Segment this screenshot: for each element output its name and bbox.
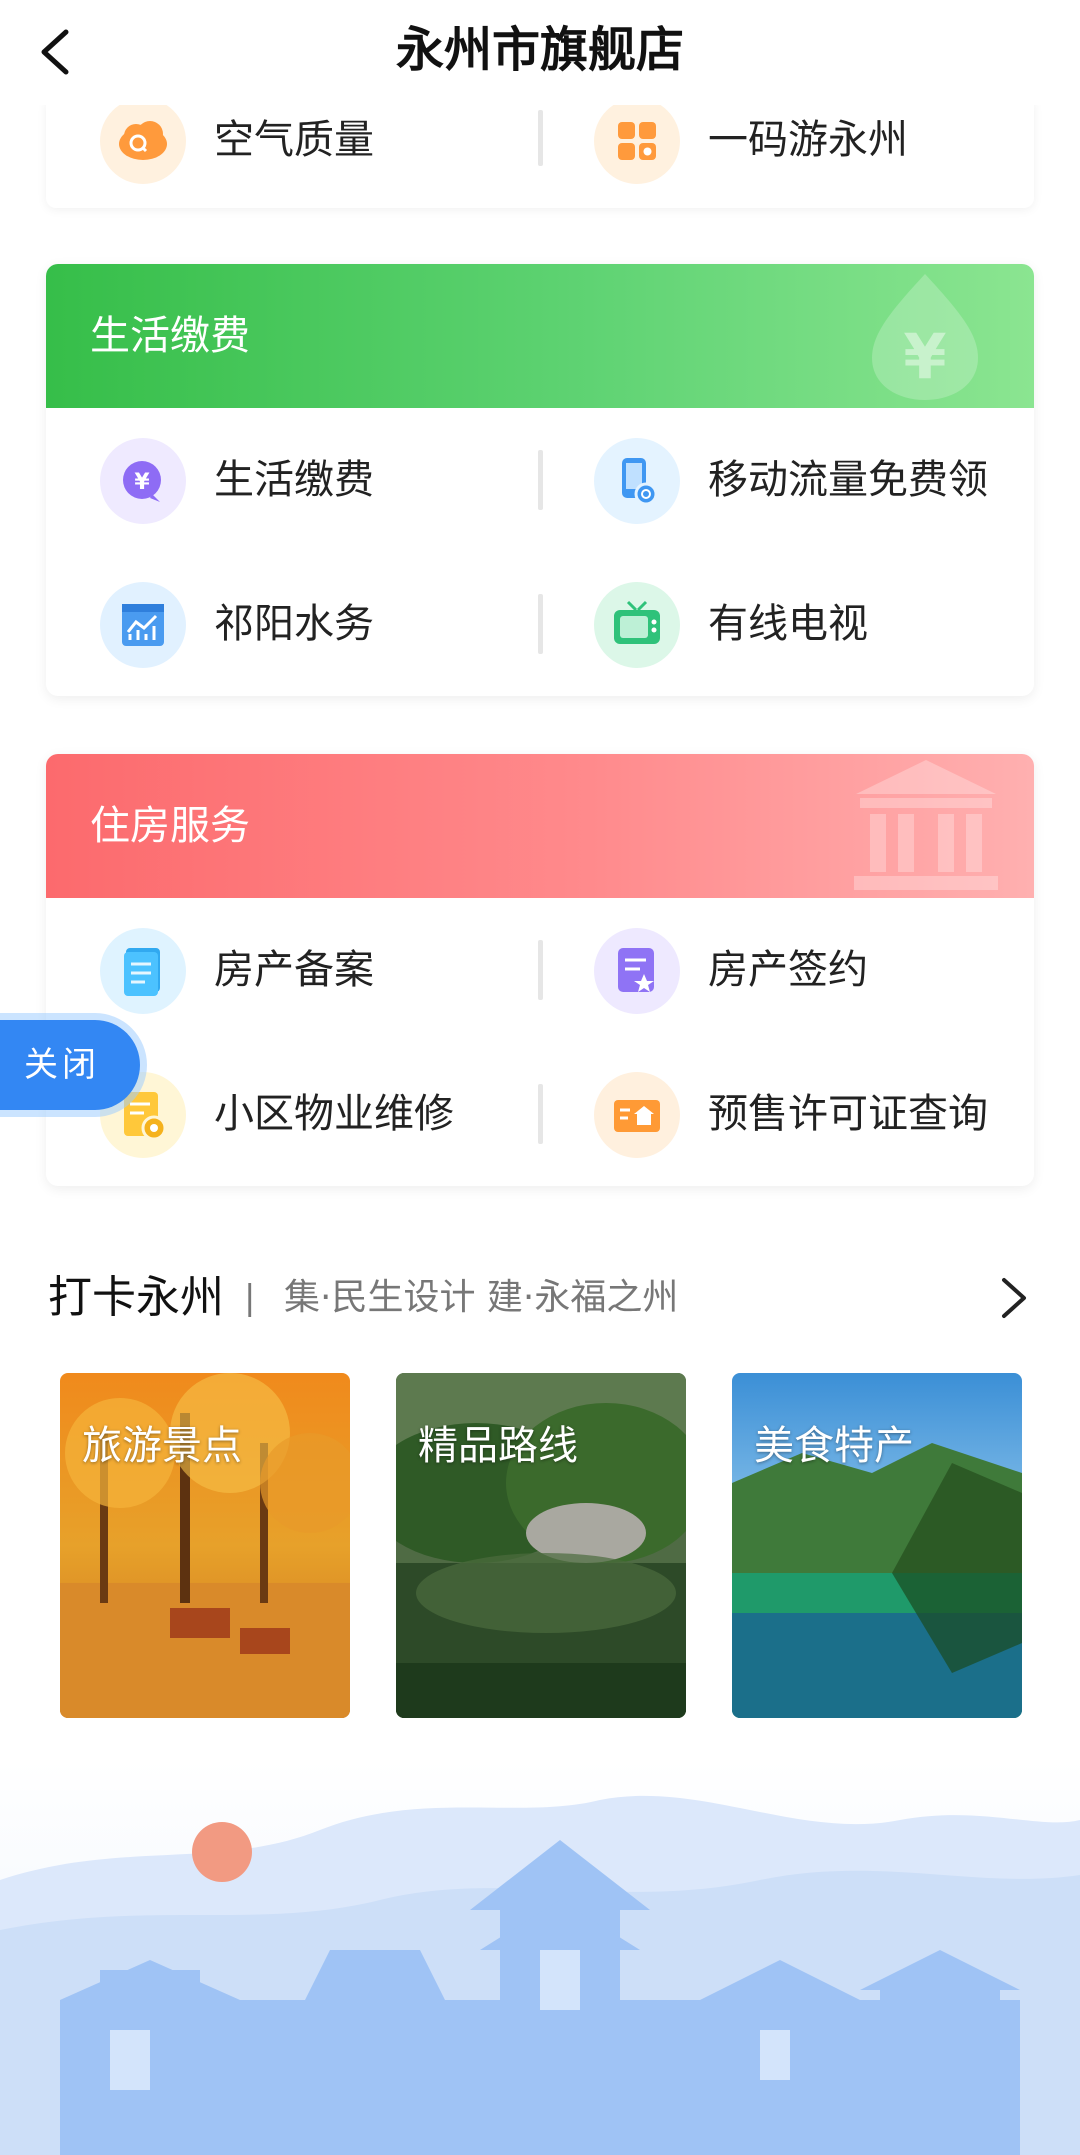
air-quality-icon xyxy=(100,98,186,184)
tile-label: 旅游景点 xyxy=(82,1423,242,1469)
city-skyline-illustration xyxy=(0,1760,1080,2155)
service-label: 移动流量免费领 xyxy=(708,457,988,503)
life-payment-header: 生活缴费 ¥ xyxy=(46,264,1034,408)
service-card-partial: 空气质量 一码游永州 xyxy=(46,98,1034,208)
service-life-payment[interactable]: ¥ 生活缴费 xyxy=(46,408,526,552)
housing-header: 住房服务 xyxy=(46,754,1034,898)
title-divider: | xyxy=(244,1278,256,1318)
apps-grid-icon xyxy=(594,98,680,184)
service-presale-license[interactable]: 预售许可证查询 xyxy=(540,1042,1020,1186)
building-icon xyxy=(854,760,998,890)
page-title: 永州市旗舰店 xyxy=(395,22,684,78)
service-row: 房产备案 房产签约 xyxy=(46,898,1034,1042)
service-label: 房产签约 xyxy=(708,947,868,993)
checkin-section-header: 打卡永州 | 集·民生设计 建·永福之州 xyxy=(48,1258,1038,1338)
license-house-icon xyxy=(594,1072,680,1158)
housing-card: 住房服务 房产备案 房产签约 小区物业维修 预售许可证查询 xyxy=(46,754,1034,1186)
service-qiyang-water[interactable]: 祁阳水务 xyxy=(46,552,526,696)
tile-label: 美食特产 xyxy=(754,1423,914,1469)
service-label: 祁阳水务 xyxy=(214,601,374,647)
tile-local-food[interactable]: 美食特产 xyxy=(732,1373,1022,1718)
service-row: 祁阳水务 有线电视 xyxy=(46,552,1034,696)
top-bar: 永州市旗舰店 xyxy=(0,0,1080,105)
mobile-data-icon xyxy=(594,438,680,524)
service-property-filing[interactable]: 房产备案 xyxy=(46,898,526,1042)
tv-icon xyxy=(594,582,680,668)
close-float-button[interactable]: 关闭 xyxy=(0,1020,140,1110)
service-cable-tv[interactable]: 有线电视 xyxy=(540,552,1020,696)
section-title: 住房服务 xyxy=(90,803,250,849)
water-chart-icon xyxy=(100,582,186,668)
chevron-right-icon[interactable] xyxy=(986,1272,1038,1324)
yuan-bubble-icon: ¥ xyxy=(100,438,186,524)
section-title: 生活缴费 xyxy=(90,313,250,359)
life-payment-card: 生活缴费 ¥ ¥ 生活缴费 移动流量免费领 祁阳水务 有线电视 xyxy=(46,264,1034,696)
service-label: 预售许可证查询 xyxy=(708,1091,988,1137)
contract-star-icon xyxy=(594,928,680,1014)
section-subtitle: 集·民生设计 建·永福之州 xyxy=(284,1277,679,1318)
service-row: 小区物业维修 预售许可证查询 xyxy=(46,1042,1034,1186)
tile-scenic-spots[interactable]: 旅游景点 xyxy=(60,1373,350,1718)
service-label: 房产备案 xyxy=(214,947,374,993)
service-property-contract[interactable]: 房产签约 xyxy=(540,898,1020,1042)
service-label: 小区物业维修 xyxy=(214,1091,454,1137)
service-label: 有线电视 xyxy=(708,601,868,647)
service-row: ¥ 生活缴费 移动流量免费领 xyxy=(46,408,1034,552)
tile-label: 精品路线 xyxy=(418,1423,578,1469)
page: 永州市旗舰店 空气质量 一码游永州 生活缴费 ¥ ¥ 生活缴费 移动流量免费领 … xyxy=(0,0,1080,2155)
tile-boutique-routes[interactable]: 精品路线 xyxy=(396,1373,686,1718)
service-label: 生活缴费 xyxy=(214,457,374,503)
svg-text:¥: ¥ xyxy=(134,470,150,495)
svg-text:¥: ¥ xyxy=(903,320,946,393)
service-mobile-data[interactable]: 移动流量免费领 xyxy=(540,408,1020,552)
section-title: 打卡永州 xyxy=(48,1272,224,1323)
yuan-drop-icon: ¥ xyxy=(872,274,978,400)
document-icon xyxy=(100,928,186,1014)
